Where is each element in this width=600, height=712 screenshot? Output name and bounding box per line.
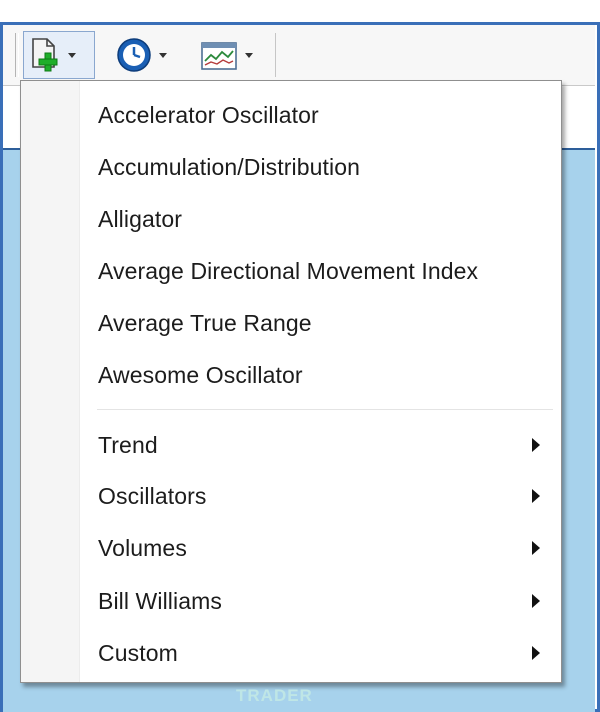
chevron-down-icon	[68, 52, 76, 58]
menu-separator	[97, 409, 553, 410]
menu-item-label: Accelerator Oscillator	[98, 101, 319, 128]
menu-item-label: Oscillators	[98, 482, 207, 509]
menu-item-label: Average Directional Movement Index	[98, 257, 479, 284]
menu-item-label: Volumes	[98, 534, 187, 561]
toolbar	[3, 25, 595, 86]
new-indicator-button[interactable]	[23, 31, 95, 79]
chevron-right-icon	[532, 594, 540, 608]
chart-template-icon	[199, 37, 239, 73]
menu-item-average-true-range[interactable]: Average True Range	[22, 300, 560, 346]
chevron-down-icon	[245, 52, 253, 58]
templates-button[interactable]	[195, 31, 271, 79]
menu-item-custom[interactable]: Custom	[22, 630, 560, 676]
new-document-plus-icon	[28, 37, 62, 73]
menu-item-label: Awesome Oscillator	[98, 361, 303, 388]
menu-item-awesome-oscillator[interactable]: Awesome Oscillator	[22, 352, 560, 398]
menu-item-label: Average True Range	[98, 309, 312, 336]
menu-item-accelerator-oscillator[interactable]: Accelerator Oscillator	[22, 92, 560, 138]
indicators-dropdown-menu: Accelerator Oscillator Accumulation/Dist…	[20, 80, 562, 683]
toolbar-grip	[15, 33, 19, 77]
periodicity-button[interactable]	[111, 31, 183, 79]
toolbar-separator	[275, 33, 276, 77]
menu-item-oscillators[interactable]: Oscillators	[22, 473, 560, 519]
menu-item-label: Accumulation/Distribution	[98, 153, 361, 180]
watermark: TRADER	[236, 686, 313, 705]
chevron-right-icon	[532, 489, 540, 503]
title-bar	[0, 0, 600, 25]
chevron-right-icon	[532, 438, 540, 452]
menu-item-volumes[interactable]: Volumes	[22, 525, 560, 571]
menu-item-label: Alligator	[98, 205, 182, 232]
menu-item-alligator[interactable]: Alligator	[22, 196, 560, 242]
chevron-down-icon	[159, 52, 167, 58]
menu-item-average-directional-movement-index[interactable]: Average Directional Movement Index	[22, 248, 560, 294]
menu-item-label: Trend	[98, 431, 158, 458]
chevron-right-icon	[532, 646, 540, 660]
menu-item-trend[interactable]: Trend	[22, 422, 560, 468]
menu-item-label: Custom	[98, 639, 178, 666]
chevron-right-icon	[532, 541, 540, 555]
menu-item-accumulation-distribution[interactable]: Accumulation/Distribution	[22, 144, 560, 190]
menu-item-bill-williams[interactable]: Bill Williams	[22, 578, 560, 624]
menu-item-label: Bill Williams	[98, 587, 222, 614]
clock-icon	[115, 36, 153, 74]
